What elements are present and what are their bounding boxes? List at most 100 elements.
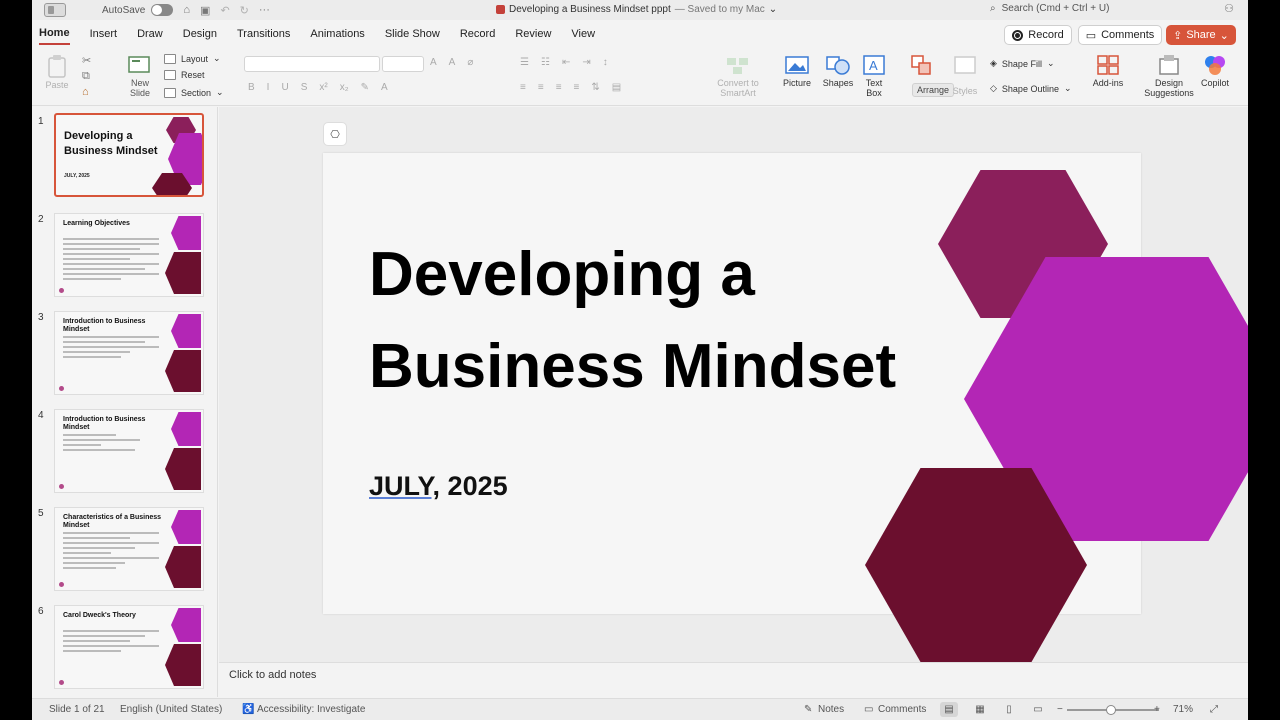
reading-view-icon[interactable]: ▯ — [1000, 702, 1018, 717]
tab-insert[interactable]: Insert — [90, 24, 118, 44]
undo-icon[interactable]: ↶ — [220, 4, 229, 17]
slide-thumbnail-2[interactable]: Learning Objectives — [54, 213, 204, 297]
slide-title[interactable]: Developing a Business Mindset — [369, 229, 929, 413]
reset-button[interactable]: Reset — [164, 70, 205, 80]
decrease-font-icon[interactable]: A — [449, 57, 456, 68]
reset-icon — [164, 70, 176, 80]
tab-draw[interactable]: Draw — [137, 24, 163, 44]
clear-format-icon[interactable]: ⌀ — [467, 57, 473, 68]
clipboard-icon — [48, 55, 66, 78]
fill-icon: ◈ — [990, 58, 997, 68]
copilot-float-icon[interactable]: ⎔ — [323, 122, 347, 146]
sidebar-toggle-icon[interactable] — [44, 3, 66, 17]
justify-icon[interactable]: ≡ — [574, 82, 580, 93]
slide-thumbnail-6[interactable]: Carol Dweck's Theory — [54, 605, 204, 689]
notes-icon[interactable]: ✎ — [804, 704, 812, 715]
accessibility-status[interactable]: Accessibility: Investigate — [257, 704, 365, 715]
new-slide-button[interactable]: New Slide — [124, 54, 156, 98]
tab-record[interactable]: Record — [460, 24, 495, 44]
document-title[interactable]: Developing a Business Mindset pppt — Sav… — [496, 4, 777, 15]
section-button[interactable]: Section ⌄ — [164, 87, 224, 98]
notes-pane[interactable]: Click to add notes — [219, 662, 1248, 690]
current-slide[interactable]: Developing a Business Mindset JULY, 2025 — [323, 153, 1248, 662]
share-button[interactable]: ⇪ Share ⌄ — [1166, 25, 1236, 45]
text-direction-icon[interactable]: ⇅ — [591, 82, 599, 93]
comment-icon[interactable]: ▭ — [864, 704, 873, 715]
align-text-icon[interactable]: ▤ — [612, 82, 621, 93]
add-ins-button[interactable]: Add-ins — [1090, 54, 1126, 88]
slide-sorter-icon[interactable]: ▦ — [971, 702, 989, 717]
font-family-select[interactable] — [244, 56, 380, 72]
format-painter-icon[interactable]: ⌂ — [82, 86, 89, 98]
highlight-icon[interactable]: ✎ — [361, 82, 369, 93]
font-size-select[interactable] — [382, 56, 424, 72]
picture-button[interactable]: Picture — [780, 54, 814, 88]
comments-toggle[interactable]: Comments — [878, 704, 926, 715]
normal-view-icon[interactable]: ▤ — [940, 702, 958, 717]
thumbnail-date: JULY, 2025 — [64, 173, 90, 179]
fit-to-window-icon[interactable]: ⤢ — [1210, 704, 1218, 715]
account-icon[interactable]: ⚇ — [1224, 2, 1234, 15]
tab-view[interactable]: View — [571, 24, 595, 44]
autosave-toggle[interactable] — [151, 4, 174, 16]
notes-toggle[interactable]: Notes — [818, 704, 844, 715]
more-icon[interactable]: ··· — [259, 4, 270, 16]
paste-button[interactable]: Paste — [44, 54, 70, 90]
accessibility-icon[interactable]: ♿ — [242, 704, 254, 715]
redo-icon[interactable]: ↻ — [240, 4, 249, 17]
thumbnail-text-lines — [63, 238, 159, 283]
tab-slide-show[interactable]: Slide Show — [385, 24, 440, 44]
svg-text:A: A — [869, 58, 878, 73]
save-icon[interactable]: ▣ — [200, 4, 210, 17]
copilot-button[interactable]: Copilot — [1198, 54, 1232, 88]
thumbnail-title: Carol Dweck's Theory — [63, 612, 136, 619]
arrange-button[interactable] — [908, 54, 938, 78]
quick-styles-button[interactable]: Styles — [950, 54, 980, 96]
comments-button[interactable]: ▭ Comments — [1078, 25, 1162, 45]
slideshow-icon[interactable]: ▭ — [1029, 702, 1047, 717]
tab-home[interactable]: Home — [39, 23, 70, 45]
slide-thumbnail-4[interactable]: Introduction to Business Mindset — [54, 409, 204, 493]
increase-indent-icon[interactable]: ⇥ — [582, 57, 590, 68]
search-box[interactable]: ⌕ Search (Cmd + Ctrl + U) — [990, 3, 1109, 14]
bold-icon[interactable]: B — [248, 82, 255, 93]
numbering-icon[interactable]: ☷ — [541, 57, 550, 68]
text-box-button[interactable]: A Text Box — [860, 54, 888, 98]
slide-date[interactable]: JULY, 2025 — [369, 471, 508, 502]
line-spacing-icon[interactable]: ↕ — [603, 57, 608, 68]
cut-icon[interactable]: ✂ — [82, 54, 91, 67]
tab-animations[interactable]: Animations — [310, 24, 364, 44]
align-right-icon[interactable]: ≡ — [556, 82, 562, 93]
shape-fill-button[interactable]: ◈ Shape Fill ⌄ — [990, 58, 1055, 69]
record-button[interactable]: Record — [1004, 25, 1072, 45]
zoom-out-icon[interactable]: − — [1057, 704, 1063, 715]
design-suggestions-button[interactable]: Design Suggestions — [1142, 54, 1196, 98]
convert-smartart-button[interactable]: Convert to SmartArt — [714, 54, 762, 98]
shapes-button[interactable]: Shapes — [820, 54, 856, 88]
align-left-icon[interactable]: ≡ — [520, 82, 526, 93]
strikethrough-icon[interactable]: S — [301, 82, 308, 93]
copy-icon[interactable]: ⧉ — [82, 70, 90, 83]
language-indicator[interactable]: English (United States) — [120, 704, 222, 715]
decrease-indent-icon[interactable]: ⇤ — [562, 57, 570, 68]
zoom-slider-handle[interactable] — [1106, 705, 1116, 715]
zoom-in-icon[interactable]: + — [1154, 704, 1160, 715]
slide-thumbnail-1[interactable]: Developing a Business Mindset JULY, 2025 — [54, 113, 204, 197]
align-center-icon[interactable]: ≡ — [538, 82, 544, 93]
subscript-icon[interactable]: x₂ — [340, 82, 349, 93]
tab-review[interactable]: Review — [515, 24, 551, 44]
slide-thumbnail-5[interactable]: Characteristics of a Business Mindset — [54, 507, 204, 591]
zoom-level[interactable]: 71% — [1173, 704, 1193, 715]
tab-transitions[interactable]: Transitions — [237, 24, 290, 44]
bullets-icon[interactable]: ☰ — [520, 57, 529, 68]
italic-icon[interactable]: I — [267, 82, 270, 93]
slide-thumbnail-3[interactable]: Introduction to Business Mindset — [54, 311, 204, 395]
shape-outline-button[interactable]: ◇ Shape Outline ⌄ — [990, 83, 1072, 94]
layout-button[interactable]: Layout ⌄ — [164, 53, 221, 64]
increase-font-icon[interactable]: A — [430, 57, 437, 68]
superscript-icon[interactable]: x² — [319, 82, 327, 93]
underline-icon[interactable]: U — [281, 82, 288, 93]
home-icon[interactable]: ⌂ — [183, 4, 190, 16]
font-color-icon[interactable]: A — [381, 82, 388, 93]
tab-design[interactable]: Design — [183, 24, 217, 44]
